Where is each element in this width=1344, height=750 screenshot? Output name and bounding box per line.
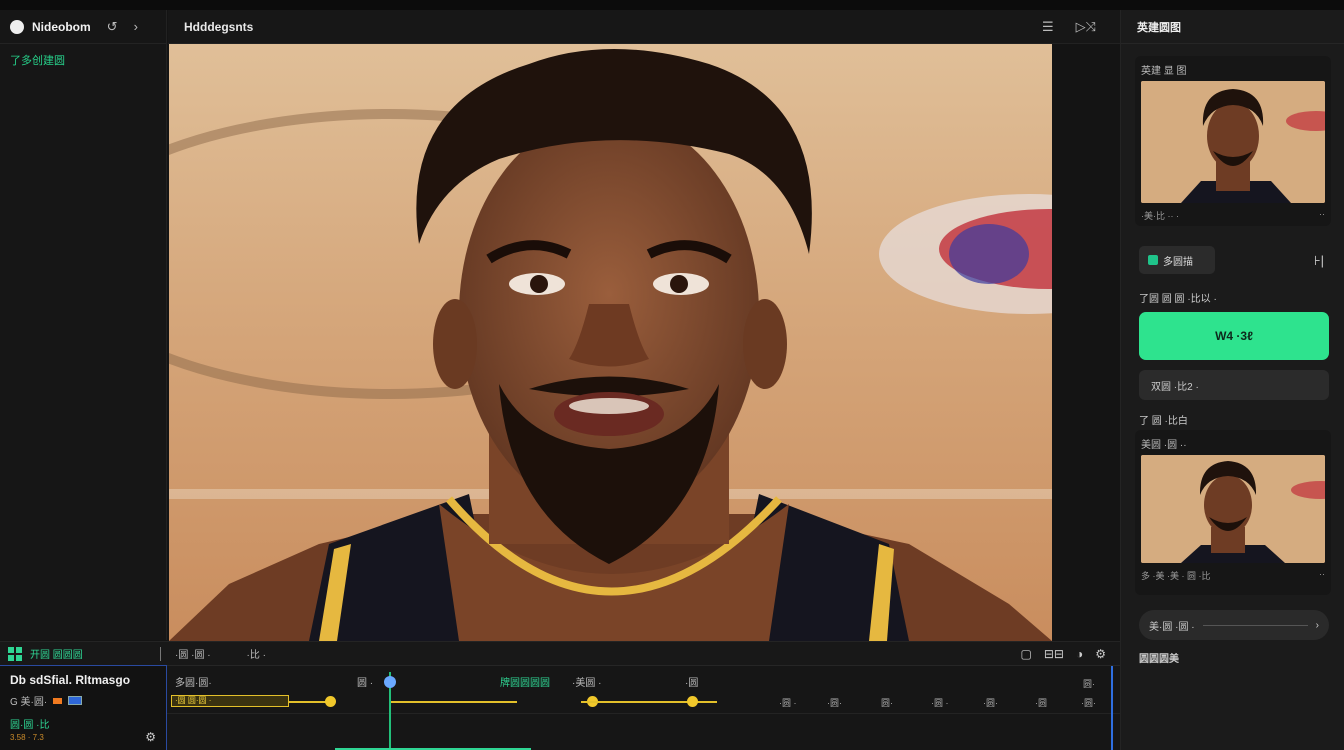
layers-icon[interactable]: ☰ [1042,19,1054,35]
app-title: Nideobom [32,19,91,34]
timeline-label-4: ·美圆 · [572,678,602,689]
timeline-tick: ·圆· [1081,698,1096,708]
clip-info-row-label: G 美·圆· [10,697,48,708]
timeline-clip[interactable]: ·圆 圆·圆 · [171,695,289,707]
card-1-thumbnail[interactable] [1141,81,1325,203]
clip-info-title: Db sdSfial. Rltmasgo [10,673,131,687]
section-1-label: 了圆 圆 圆 ·比以 · [1139,294,1217,305]
playhead-handle[interactable] [384,676,396,688]
chevron-right-icon: › [1315,619,1319,631]
card-2-thumbnail[interactable] [1141,455,1325,563]
timeline-toolbar: 开圆 圆圆圆 ·圆 ·圆 · ·比 · ▢ ⊟⊟ ◑ ⚙ [0,641,1120,665]
preview-header: Hdddegsnts ☰ ▷⤨ [168,10,1120,44]
export-icon[interactable]: ▷⤨ [1076,19,1096,35]
orange-swatch-icon [53,697,63,704]
clip-info-small-text: 3.58 · 7.3 [10,733,44,742]
square-icon[interactable]: ▢ [1021,647,1032,661]
card-1-foot-right: ·· [1319,209,1325,219]
clip-info-green-label[interactable]: 圆·圆 ·比 [0,710,166,731]
timeline-tick: ·圆 · [779,698,797,708]
logo-icon [10,19,24,34]
timeline-track[interactable]: ·圆 圆·圆 · ·圆 · ·圆· 圆· ·圆 · ·圆· ·圆 ·圆· 圆· [167,679,1120,709]
thumbnail-image-1 [1141,81,1325,203]
timeline-tick: 圆· [881,698,893,708]
left-header: Nideobom ↺ › [0,10,166,44]
card-1-foot-left: ·美·比 ·· · [1141,211,1179,221]
right-panel-title: 英建圆图 [1121,10,1344,44]
preview-card-2[interactable]: 美圆 ·圆 ·· 多 ·美 ·美 · 圆 ·比 ·· [1135,430,1331,595]
settings-small-icon[interactable]: ⚙ [145,730,156,744]
card-2-label: 美圆 ·圆 ·· [1141,440,1187,451]
section-2-label: 了 圆 ·比白 [1139,416,1188,427]
toolbar-left-label[interactable]: 开圆 圆圆圆 [30,646,83,661]
toolbar-tab-1[interactable]: ·圆 ·圆 · [175,646,211,661]
split-view-icon[interactable]: ⊟⊟ [1044,647,1064,661]
primary-action-button[interactable]: W4 ·3ℓ [1139,312,1329,360]
preview-frame [169,44,1052,641]
timeline-label-1: 多圆·圆· [175,678,212,689]
options-row-divider [1202,624,1308,626]
options-row[interactable]: 美·圆 ·圆 · › [1139,610,1329,640]
thumbnail-image-2 [1141,455,1325,563]
card-1-label: 英建 显 图 [1141,66,1187,77]
timeline-tick: ·圆· [983,698,998,708]
secondary-action-button[interactable]: 双圆 ·比2 · [1139,370,1329,400]
right-panel: 英建圆图 英建 显 图 ·美·比 ·· · ·· 多圆描 ⊦| 了圆 圆 圆 ·… [1120,10,1344,750]
preview-card-1[interactable]: 英建 显 图 ·美·比 ·· · ·· [1135,56,1331,226]
track-divider [167,713,1120,714]
preview-gap [1052,44,1120,641]
timeline-tick: 圆· [1083,679,1095,689]
timeline-tick: ·圆 · [931,698,949,708]
timeline-label-5: ·圆 [685,678,699,689]
grid-icon[interactable] [8,646,22,661]
video-preview[interactable] [169,44,1052,641]
card-2-foot-left: 多 ·美 ·美 · 圆 ·比 [1141,571,1211,581]
split-icon[interactable]: ⊦| [1314,253,1324,269]
timeline-end-marker[interactable] [1111,666,1113,750]
settings-icon[interactable]: ⚙ [1095,647,1106,661]
keyframe-knob[interactable] [687,696,698,707]
timeline-tick: ·圆· [827,698,842,708]
options-row-label: 美·圆 ·圆 · [1149,621,1195,633]
top-strip [0,0,1344,10]
project-name: Hdddegsnts [184,19,254,34]
timeline[interactable]: 多圆·圆· 圆 · 牌圆圆圆圆 ·美圆 · ·圆 ·圆 圆·圆 · ·圆 · ·… [167,665,1120,750]
track-segment [391,701,517,703]
button-icon [1148,255,1158,265]
small-action-label: 多圆描 [1163,256,1193,268]
right-footer-label: 圆圆圆美 [1139,654,1179,665]
timeline-label-2: 圆 · [357,678,374,689]
card-2-foot-right: ·· [1319,569,1325,579]
clip-info-panel: Db sdSfial. Rltmasgo G 美·圆· 圆·圆 ·比 3.58 … [0,665,167,750]
left-subtitle[interactable]: 了多创建圆 [0,44,166,76]
timeline-tick: ·圆 [1035,698,1047,708]
keyframe-knob[interactable] [325,696,336,707]
small-action-button[interactable]: 多圆描 [1139,246,1215,274]
undo-icon[interactable]: ↺ [107,19,118,35]
color-icon[interactable]: ◑ [1076,647,1083,661]
forward-icon[interactable]: › [134,19,138,34]
timeline-label-3: 牌圆圆圆圆 [500,678,550,689]
left-sidebar: Nideobom ↺ › 了多创建圆 [0,10,167,640]
track-segment [289,701,329,703]
toolbar-tab-2[interactable]: ·比 · [247,646,266,661]
blue-swatch-icon [68,696,83,705]
